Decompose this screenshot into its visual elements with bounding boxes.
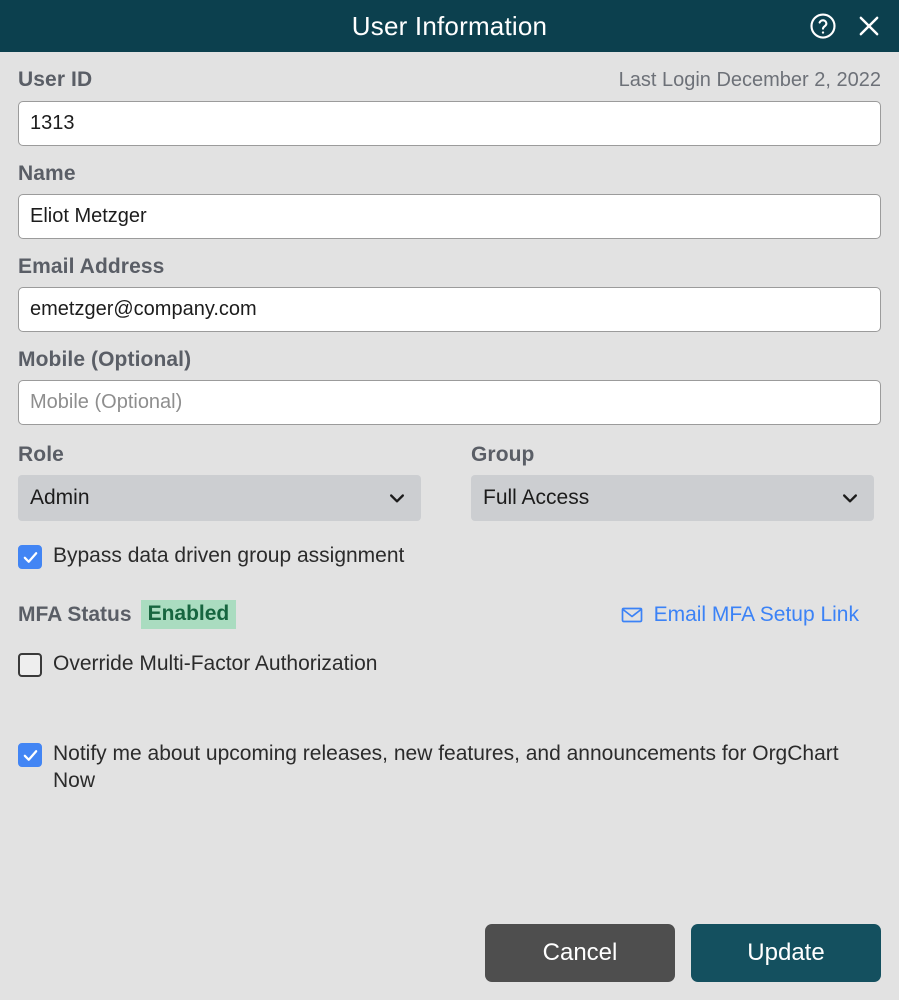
mfa-status-label: MFA Status bbox=[18, 602, 132, 626]
mobile-input[interactable] bbox=[18, 380, 881, 426]
bypass-checkbox-row[interactable]: Bypass data driven group assignment bbox=[18, 543, 881, 570]
email-label: Email Address bbox=[18, 255, 165, 279]
group-label: Group bbox=[471, 443, 535, 467]
override-checkbox-row[interactable]: Override Multi-Factor Authorization bbox=[18, 651, 881, 678]
dialog-titlebar: User Information bbox=[0, 0, 899, 52]
group-select-wrap: Full Access bbox=[471, 475, 874, 522]
user-id-input[interactable] bbox=[18, 101, 881, 146]
dialog-footer: Cancel Update bbox=[0, 924, 899, 1000]
notify-checkbox[interactable] bbox=[18, 743, 42, 768]
user-id-header-row: User ID Last Login December 2, 2022 bbox=[18, 68, 881, 92]
bypass-checkbox[interactable] bbox=[18, 545, 42, 570]
name-label: Name bbox=[18, 162, 76, 185]
bypass-checkbox-label: Bypass data driven group assignment bbox=[53, 544, 405, 568]
update-button[interactable]: Update bbox=[691, 924, 881, 982]
mfa-status-group: MFA Status Enabled bbox=[18, 600, 237, 630]
dialog-title: User Information bbox=[351, 10, 548, 41]
last-login-text: Last Login December 2, 2022 bbox=[618, 69, 881, 91]
mfa-status-row: MFA Status Enabled Email MFA Setup Link bbox=[18, 600, 881, 630]
role-select[interactable]: Admin bbox=[18, 475, 421, 522]
notify-checkbox-row[interactable]: Notify me about upcoming releases, new f… bbox=[18, 741, 881, 795]
cancel-button[interactable]: Cancel bbox=[485, 924, 675, 982]
email-input[interactable] bbox=[18, 287, 881, 333]
close-icon[interactable] bbox=[853, 10, 885, 42]
email-mfa-setup-link[interactable]: Email MFA Setup Link bbox=[620, 603, 859, 627]
envelope-icon bbox=[620, 603, 644, 627]
titlebar-actions bbox=[807, 0, 885, 52]
user-information-dialog: User Information User ID Last Login Dece… bbox=[0, 0, 899, 1000]
group-field: Group Full Access bbox=[471, 443, 874, 522]
notify-checkbox-label: Notify me about upcoming releases, new f… bbox=[53, 742, 839, 793]
email-mfa-setup-link-label: Email MFA Setup Link bbox=[653, 602, 859, 626]
help-circle-icon[interactable] bbox=[807, 10, 839, 42]
user-id-label: User ID bbox=[18, 68, 93, 91]
role-field: Role Admin bbox=[18, 443, 421, 522]
form-body: User ID Last Login December 2, 2022 Name… bbox=[0, 52, 899, 924]
override-mfa-checkbox[interactable] bbox=[18, 653, 42, 678]
name-input[interactable] bbox=[18, 194, 881, 240]
role-label: Role bbox=[18, 443, 64, 467]
role-group-row: Role Admin Group Full Access bbox=[18, 443, 881, 522]
override-mfa-checkbox-label: Override Multi-Factor Authorization bbox=[53, 652, 378, 676]
status-badge: Enabled bbox=[140, 600, 237, 630]
group-select[interactable]: Full Access bbox=[471, 475, 874, 522]
mobile-label: Mobile (Optional) bbox=[18, 348, 192, 372]
role-select-wrap: Admin bbox=[18, 475, 421, 522]
